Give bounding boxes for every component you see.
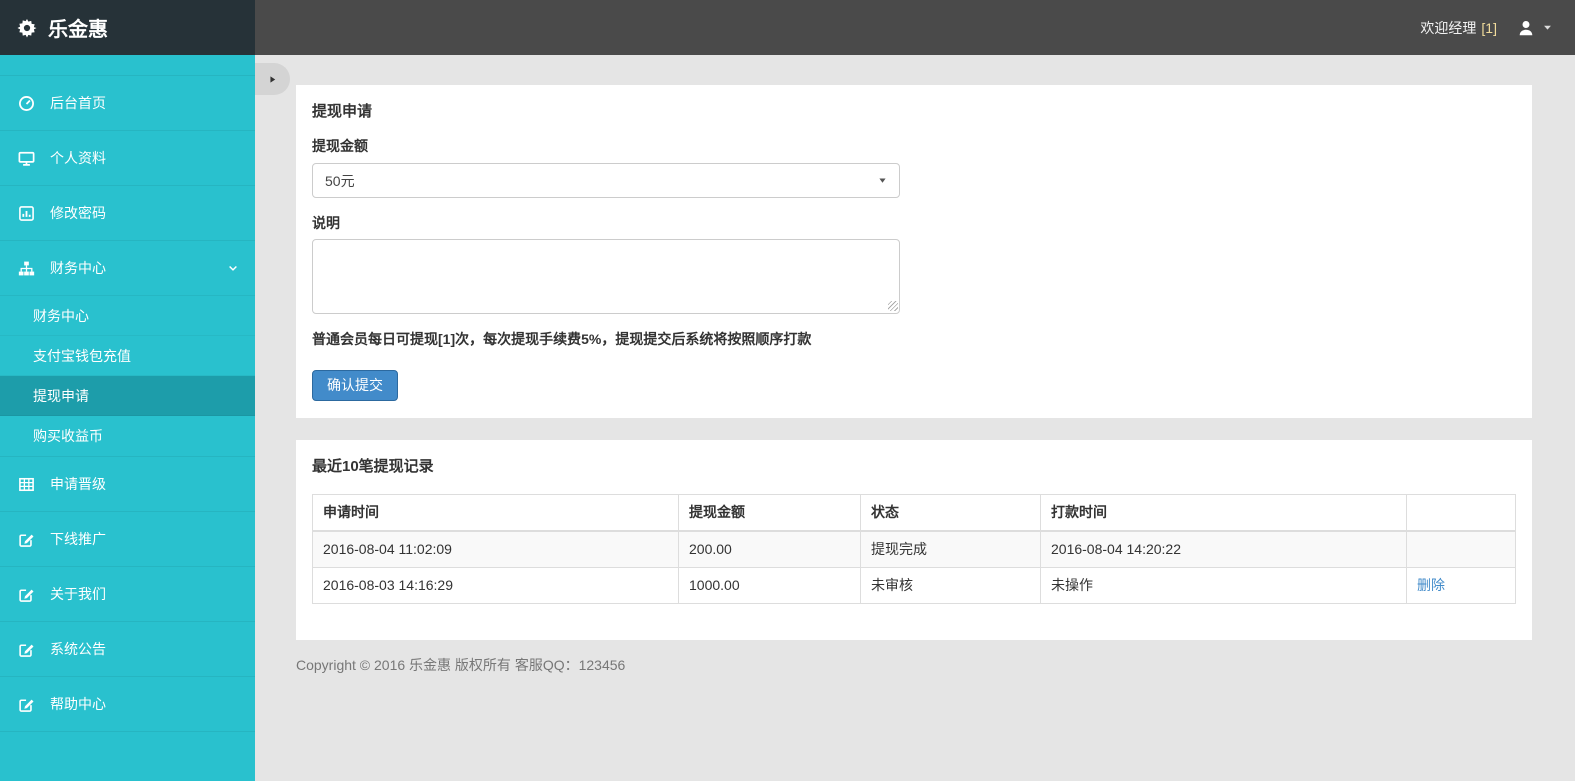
welcome-text: 欢迎经理 [1420,19,1477,36]
dashboard-icon [16,95,36,112]
col-header-apply-time: 申请时间 [312,494,679,532]
sidebar-item-label: 修改密码 [50,205,106,221]
sidebar-item-label: 后台首页 [50,95,106,111]
amount-label: 提现金额 [312,138,368,154]
submenu-item-alipay-recharge[interactable]: 支付宝钱包充值 [0,336,255,376]
withdraw-records-panel: 最近10笔提现记录 申请时间 提现金额 状态 打款时间 2016-08-04 1… [296,440,1532,640]
note-field-wrap [312,239,900,314]
table-row: 2016-08-04 11:02:09 200.00 提现完成 2016-08-… [312,530,1516,568]
content-area: 提现申请 提现金额 50元 说明 普通会员每日可提现[1]次，每次提现手续费5%… [255,55,1575,781]
col-header-pay-time: 打款时间 [1040,494,1407,532]
gear-icon [17,18,37,38]
sidebar-item-label: 个人资料 [50,150,106,166]
sidebar-item-profile[interactable]: 个人资料 [0,130,255,185]
col-header-actions [1406,494,1516,532]
main-column: 欢迎经理 [1] 提现申请 提现金额 50元 说明 普通会员每日可提现[1]次，… [255,0,1575,781]
sidebar-item-password[interactable]: 修改密码 [0,185,255,240]
sidebar-item-finance[interactable]: 财务中心 [0,240,255,295]
submenu-item-label: 提现申请 [33,387,89,404]
sidebar-item-dashboard[interactable]: 后台首页 [0,75,255,130]
sidebar-item-help[interactable]: 帮助中心 [0,676,255,731]
delete-link[interactable]: 删除 [1417,577,1445,593]
withdraw-tip-text: 普通会员每日可提现[1]次，每次提现手续费5%，提现提交后系统将按照顺序打款 [312,331,812,347]
table-header-row: 申请时间 提现金额 状态 打款时间 [312,494,1516,532]
sidebar-item-label: 下线推广 [50,531,106,547]
amount-select-value: 50元 [325,172,355,189]
edit-icon [16,531,36,548]
records-title: 最近10笔提现记录 [312,458,434,475]
topbar: 欢迎经理 [1] [255,0,1575,55]
col-header-status: 状态 [860,494,1041,532]
bar-chart-icon [16,205,36,222]
note-label: 说明 [312,215,340,231]
edit-icon [16,696,36,713]
submit-button[interactable]: 确认提交 [312,370,398,401]
user-menu[interactable] [1517,19,1553,37]
brand-title: 乐金惠 [48,19,108,41]
note-textarea[interactable] [312,239,900,314]
submenu-item-label: 财务中心 [33,307,89,324]
sidebar-item-about[interactable]: 关于我们 [0,566,255,621]
user-icon [1517,19,1535,37]
submenu-item-withdraw-apply[interactable]: 提现申请 [0,376,255,416]
cell-pay-time: 未操作 [1040,567,1407,604]
col-header-amount: 提现金额 [678,494,861,532]
withdraw-form-panel: 提现申请 提现金额 50元 说明 普通会员每日可提现[1]次，每次提现手续费5%… [296,85,1532,418]
table-row: 2016-08-03 14:16:29 1000.00 未审核 未操作 删除 [312,567,1516,604]
sidebar: 乐金惠 后台首页 个人资料 修改密码 财务中心 财务中心 支付宝钱包充值 提现申… [0,0,255,781]
cell-apply-time: 2016-08-03 14:16:29 [312,567,679,604]
table-icon [16,476,36,493]
caret-down-icon [1542,22,1553,33]
sidebar-item-upgrade[interactable]: 申请晋级 [0,456,255,511]
desktop-icon [16,150,36,167]
resize-grip[interactable] [888,301,898,311]
chevron-down-icon [227,262,239,274]
cell-amount: 1000.00 [678,567,861,604]
nav-divider [0,731,255,732]
cell-actions [1406,530,1516,568]
cell-actions: 删除 [1406,567,1516,604]
sidebar-item-label: 申请晋级 [50,476,106,492]
sidebar-item-label: 系统公告 [50,641,106,657]
submenu-item-finance-center[interactable]: 财务中心 [0,296,255,336]
submenu-item-label: 购买收益币 [33,428,103,444]
cell-status: 未审核 [860,567,1041,604]
sitemap-icon [16,260,36,277]
play-icon [267,74,278,85]
cell-status: 提现完成 [860,530,1041,568]
cell-amount: 200.00 [678,530,861,568]
select-caret-icon [878,176,887,185]
submenu-item-buy-coin[interactable]: 购买收益币 [0,416,255,456]
amount-select[interactable]: 50元 [312,163,900,198]
finance-submenu: 财务中心 支付宝钱包充值 提现申请 购买收益币 [0,295,255,456]
cell-pay-time: 2016-08-04 14:20:22 [1040,530,1407,568]
brand: 乐金惠 [0,0,255,55]
sidebar-item-label: 财务中心 [50,260,106,276]
edit-icon [16,641,36,658]
sidebar-toggle-button[interactable] [255,63,290,95]
sidebar-nav: 后台首页 个人资料 修改密码 财务中心 财务中心 支付宝钱包充值 提现申请 购买… [0,55,255,732]
edit-icon [16,586,36,603]
sidebar-item-label: 关于我们 [50,586,106,602]
sidebar-item-announcement[interactable]: 系统公告 [0,621,255,676]
sidebar-item-promotion[interactable]: 下线推广 [0,511,255,566]
submenu-item-label: 支付宝钱包充值 [33,347,131,364]
sidebar-item-label: 帮助中心 [50,696,106,712]
copyright-text: Copyright © 2016 乐金惠 版权所有 客服QQ：123456 [296,657,626,673]
cell-apply-time: 2016-08-04 11:02:09 [312,530,679,568]
withdraw-records-table: 申请时间 提现金额 状态 打款时间 2016-08-04 11:02:09 20… [312,494,1516,604]
panel-title: 提现申请 [312,103,373,120]
welcome-badge: [1] [1481,19,1497,36]
app: 乐金惠 后台首页 个人资料 修改密码 财务中心 财务中心 支付宝钱包充值 提现申… [0,0,1575,781]
